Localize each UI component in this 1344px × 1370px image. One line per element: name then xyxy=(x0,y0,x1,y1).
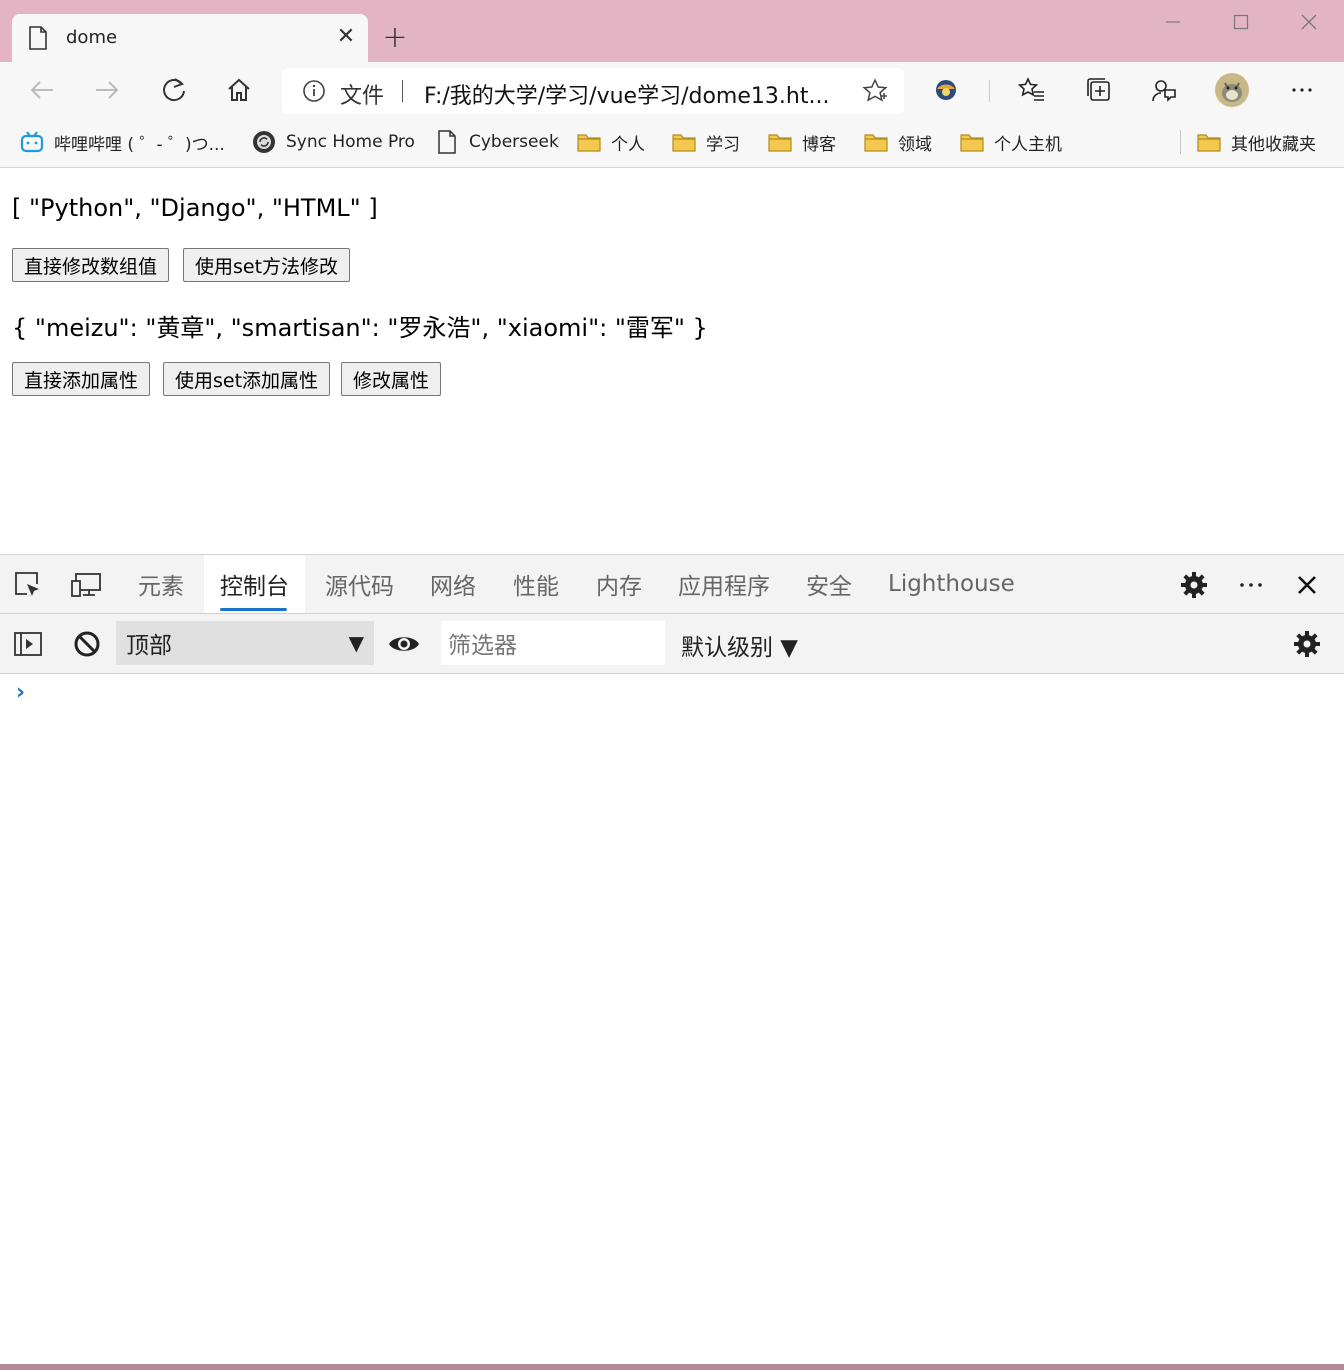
extension-icon[interactable] xyxy=(928,72,964,108)
add-property-button[interactable]: 直接添加属性 xyxy=(12,362,151,396)
console-settings-gear-icon[interactable] xyxy=(1291,628,1323,660)
console-prompt-icon[interactable]: › xyxy=(16,680,25,705)
page-content: [ "Python", "Django", "HTML" ] 直接修改数组值 使… xyxy=(0,168,1344,554)
more-options-icon[interactable] xyxy=(1235,569,1267,601)
collections-icon[interactable] xyxy=(1081,72,1117,108)
modify-array-value-button[interactable]: 直接修改数组值 xyxy=(12,248,170,282)
tab-console-label: 控制台 xyxy=(220,574,289,600)
filter-placeholder: 筛选器 xyxy=(448,633,517,659)
context-select[interactable]: 顶部 ▼ xyxy=(116,621,374,665)
bookmark-folder-domain[interactable]: 领域 xyxy=(864,128,932,156)
bookmarks-divider xyxy=(1180,130,1181,154)
inspect-element-icon[interactable] xyxy=(12,569,44,601)
browser-toolbar: 文件 F:/我的大学/学习/vue学习/dome13.ht... xyxy=(0,62,1344,118)
favorite-star-icon[interactable] xyxy=(862,78,888,104)
window-bottom-edge xyxy=(0,1364,1344,1370)
modify-property-button[interactable]: 修改属性 xyxy=(341,362,442,396)
bookmark-label: 其他收藏夹 xyxy=(1231,134,1316,155)
folder-icon xyxy=(960,134,984,152)
set-add-property-button[interactable]: 使用set添加属性 xyxy=(163,362,331,396)
close-window-icon[interactable] xyxy=(1289,6,1329,38)
bookmark-label: 个人 xyxy=(611,134,645,155)
folder-icon xyxy=(1197,134,1221,152)
tab-lighthouse[interactable]: Lighthouse xyxy=(888,555,1015,613)
forward-icon[interactable] xyxy=(89,72,125,108)
active-tab-indicator xyxy=(220,608,287,611)
bilibili-icon xyxy=(20,131,44,153)
close-devtools-icon[interactable] xyxy=(1291,569,1323,601)
browser-tab[interactable]: dome ✕ xyxy=(12,14,368,62)
tab-sources[interactable]: 源代码 xyxy=(325,555,394,613)
tab-elements[interactable]: 元素 xyxy=(138,555,184,613)
bookmark-bilibili[interactable]: 哔哩哔哩 ( ゜- ゜)つ... xyxy=(20,128,225,156)
close-tab-icon[interactable]: ✕ xyxy=(334,24,358,49)
console-toolbar: 顶部 ▼ 筛选器 默认级别 ▼ xyxy=(0,614,1344,674)
tab-performance[interactable]: 性能 xyxy=(513,555,559,613)
home-icon[interactable] xyxy=(221,72,257,108)
bookmark-label: Sync Home Pro xyxy=(286,132,415,152)
bookmark-label: 个人主机 xyxy=(994,134,1062,155)
more-options-icon[interactable] xyxy=(1284,72,1320,108)
bookmark-label: 学习 xyxy=(706,134,740,155)
toggle-sidebar-icon[interactable] xyxy=(12,628,44,660)
bookmark-folder-study[interactable]: 学习 xyxy=(672,128,740,156)
toolbar-divider xyxy=(989,80,990,102)
bookmark-folder-other[interactable]: 其他收藏夹 xyxy=(1197,128,1316,156)
tab-security[interactable]: 安全 xyxy=(806,555,852,613)
context-select-value: 顶部 xyxy=(126,633,172,659)
address-url[interactable]: F:/我的大学/学习/vue学习/dome13.ht... xyxy=(424,78,844,110)
title-bar: dome ✕ + xyxy=(0,0,1344,62)
bookmark-cyberseek[interactable]: Cyberseek xyxy=(435,128,559,156)
object-output: { "meizu": "黄章", "smartisan": "罗永浩", "xi… xyxy=(12,314,708,342)
tab-network[interactable]: 网络 xyxy=(430,555,476,613)
address-separator xyxy=(402,80,403,102)
folder-icon xyxy=(577,134,601,152)
gear-icon[interactable] xyxy=(1178,569,1210,601)
page-icon xyxy=(438,130,456,154)
browser-window: dome ✕ + 文件 F:/我的大学/学习/vue学习/dome13.ht..… xyxy=(0,0,1344,1370)
tab-memory[interactable]: 内存 xyxy=(596,555,642,613)
dropdown-arrow-icon: ▼ xyxy=(348,631,364,655)
tab-console[interactable]: 控制台 xyxy=(204,555,305,613)
bookmark-sync-home-pro[interactable]: Sync Home Pro xyxy=(252,128,415,156)
address-bar[interactable]: 文件 F:/我的大学/学习/vue学习/dome13.ht... xyxy=(282,68,904,114)
feedback-icon[interactable] xyxy=(1146,72,1182,108)
filter-input[interactable]: 筛选器 xyxy=(441,621,665,665)
log-level-select[interactable]: 默认级别 ▼ xyxy=(681,628,798,662)
array-output: [ "Python", "Django", "HTML" ] xyxy=(12,194,378,222)
bookmark-label: Cyberseek xyxy=(469,132,559,152)
refresh-icon[interactable] xyxy=(156,72,192,108)
info-icon[interactable] xyxy=(302,79,326,103)
folder-icon xyxy=(768,134,792,152)
set-method-modify-button[interactable]: 使用set方法修改 xyxy=(183,248,351,282)
clear-console-icon[interactable] xyxy=(71,628,103,660)
page-icon xyxy=(29,26,47,50)
maximize-icon[interactable] xyxy=(1221,6,1261,38)
bookmark-folder-personal[interactable]: 个人 xyxy=(577,128,645,156)
bookmark-label: 哔哩哔哩 ( ゜- ゜)つ... xyxy=(54,134,225,155)
favorites-icon[interactable] xyxy=(1014,72,1050,108)
bookmark-label: 领域 xyxy=(898,134,932,155)
bookmark-folder-blog[interactable]: 博客 xyxy=(768,128,836,156)
bookmarks-bar: 哔哩哔哩 ( ゜- ゜)つ... Sync Home Pro Cyberseek… xyxy=(0,118,1344,168)
device-emulation-icon[interactable] xyxy=(70,569,102,601)
profile-avatar[interactable] xyxy=(1214,72,1250,108)
console-output[interactable]: › xyxy=(0,674,1344,1364)
tab-application[interactable]: 应用程序 xyxy=(678,555,770,613)
new-tab-button[interactable]: + xyxy=(380,20,410,55)
tab-title: dome xyxy=(66,27,118,48)
address-scheme-label: 文件 xyxy=(340,84,385,109)
sync-icon xyxy=(253,131,275,153)
back-icon[interactable] xyxy=(24,72,60,108)
live-expression-eye-icon[interactable] xyxy=(388,628,420,660)
folder-icon xyxy=(864,134,888,152)
devtools-tab-bar: 元素 控制台 源代码 网络 性能 内存 应用程序 安全 Lighthouse xyxy=(0,554,1344,614)
bookmark-folder-personal-host[interactable]: 个人主机 xyxy=(960,128,1062,156)
bookmark-label: 博客 xyxy=(802,134,836,155)
minimize-icon[interactable] xyxy=(1153,6,1193,38)
folder-icon xyxy=(672,134,696,152)
